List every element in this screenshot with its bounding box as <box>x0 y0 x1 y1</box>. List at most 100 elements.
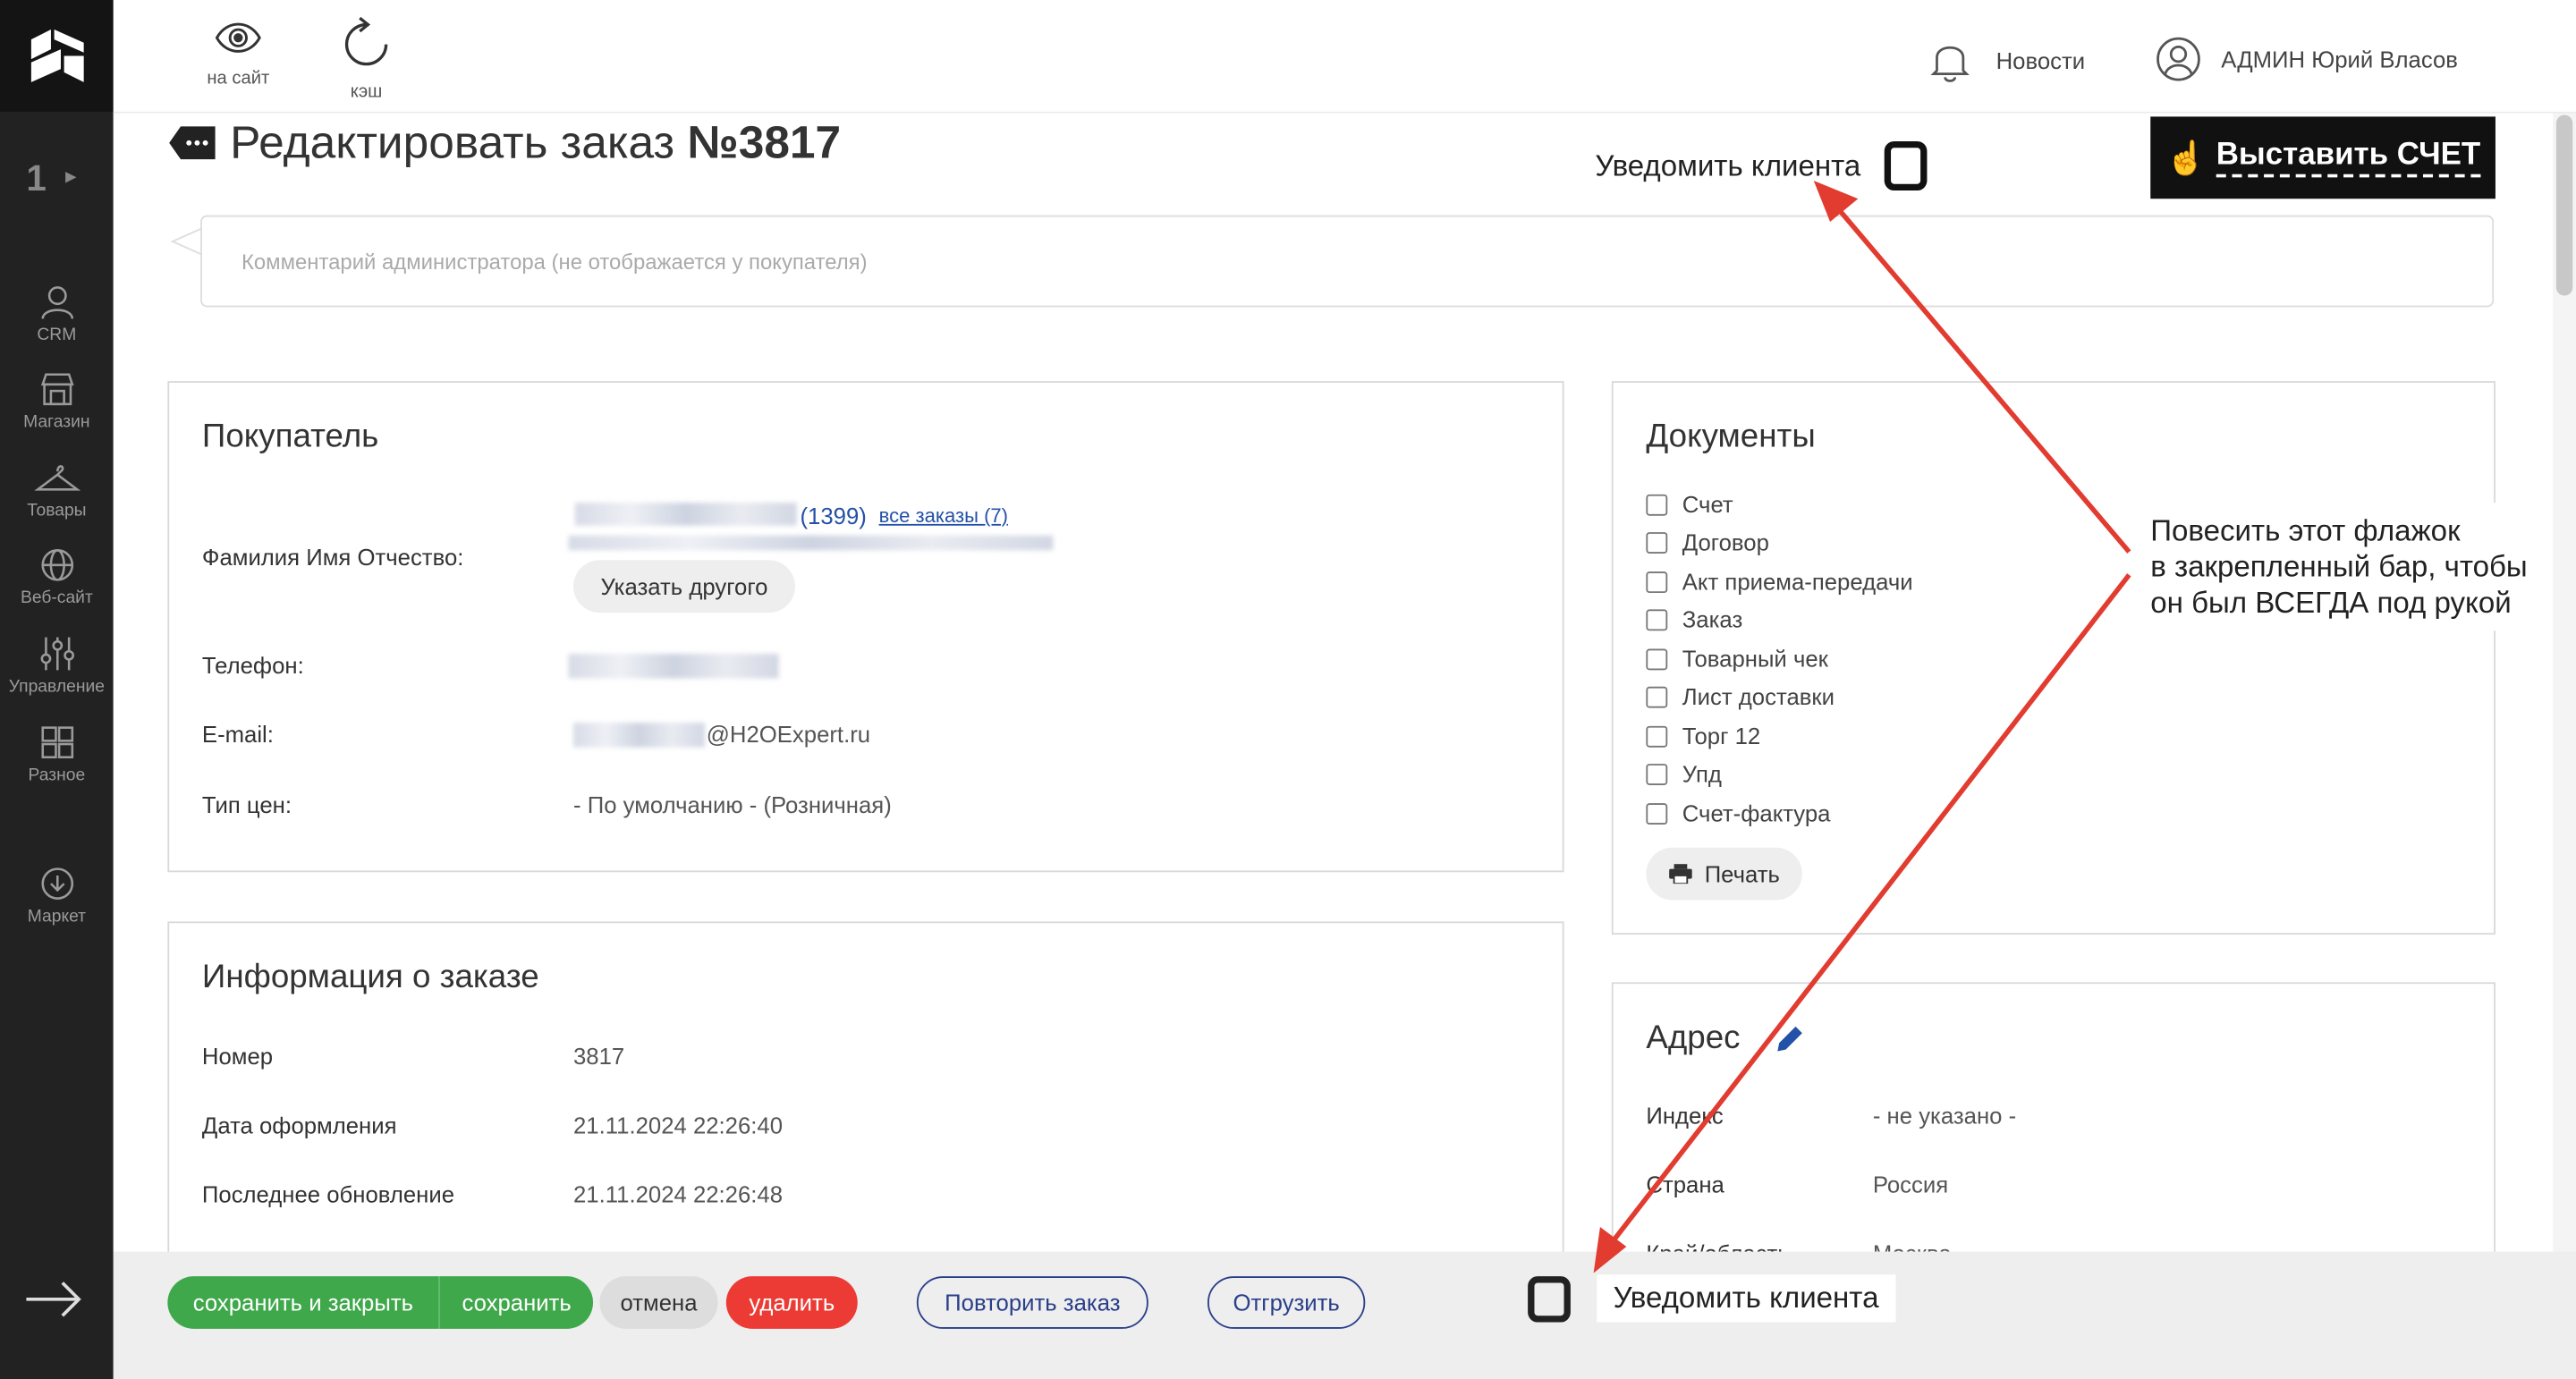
sidebar-page-switch[interactable]: 1 ▸ <box>0 148 114 210</box>
notify-client-bottom-checkbox[interactable] <box>1528 1275 1571 1322</box>
doc-label: Акт приема-передачи <box>1682 568 1913 595</box>
order-info-panel: Информация о заказе Номер 3817 Дата офор… <box>167 921 1564 1252</box>
pencil-icon[interactable] <box>1773 1023 1806 1056</box>
sidebar-item-store[interactable]: Магазин <box>0 369 114 444</box>
page-title-number: №3817 <box>687 116 842 168</box>
cache-label: кэш <box>350 81 383 102</box>
repeat-order-button[interactable]: Повторить заказ <box>916 1276 1148 1329</box>
blurred-email <box>573 723 705 748</box>
user-menu[interactable]: АДМИН Юрий Власов <box>2156 36 2458 81</box>
cancel-button[interactable]: отмена <box>599 1276 718 1329</box>
sidebar: 1 ▸ CRM Магазин Товары Веб-сайт Управлен… <box>0 0 114 1379</box>
news-link[interactable]: Новости <box>1930 39 2085 82</box>
hanger-icon <box>33 465 80 491</box>
chevron-right-icon: ▸ <box>65 164 76 188</box>
printer-icon <box>1668 864 1691 884</box>
doc-upd[interactable]: Упд <box>1646 760 1722 787</box>
sidebar-item-website[interactable]: Веб-сайт <box>0 546 114 621</box>
download-icon <box>40 867 73 900</box>
address-panel: Адрес Индекс - не указано - Страна Росси… <box>1611 982 2496 1252</box>
notify-client-bottom-label: Уведомить клиента <box>1597 1274 1895 1323</box>
doc-checkbox[interactable] <box>1646 531 1668 554</box>
sidebar-item-products[interactable]: Товары <box>0 458 114 533</box>
sidebar-item-label: Управление <box>8 676 105 697</box>
notify-client-top[interactable]: Уведомить клиента <box>1595 140 1927 191</box>
doc-label: Счет-фактура <box>1682 799 1831 826</box>
logo-icon <box>30 30 83 82</box>
sidebar-item-crm[interactable]: CRM <box>0 283 114 358</box>
price-type-value: - По умолчанию - (Розничная) <box>573 791 892 818</box>
doc-invoice[interactable]: Счет <box>1646 491 1733 518</box>
email-domain: @H2OExpert.ru <box>706 721 871 748</box>
save-and-close-button[interactable]: сохранить и закрыть <box>167 1276 439 1329</box>
print-label: Печать <box>1704 860 1780 887</box>
doc-label: Товарный чек <box>1682 645 1828 673</box>
bottom-action-bar: сохранить и закрыть сохранить отмена уда… <box>113 1251 2576 1379</box>
doc-label: Торг 12 <box>1682 723 1761 749</box>
sliders-icon <box>39 637 74 671</box>
tag-icon <box>169 126 216 160</box>
doc-checkbox[interactable] <box>1646 763 1668 785</box>
admin-comment-input[interactable]: Комментарий администратора (не отображае… <box>200 215 2495 308</box>
documents-title: Документы <box>1646 419 1816 455</box>
main-content: Редактировать заказ №3817 Уведомить клие… <box>113 113 2554 1252</box>
doc-delivery-sheet[interactable]: Лист доставки <box>1646 683 1835 709</box>
annotation-line: в закрепленный бар, чтобы <box>2150 550 2528 584</box>
cache-button[interactable]: кэш <box>317 16 415 102</box>
logo[interactable] <box>0 0 114 112</box>
scrollbar-thumb[interactable] <box>2555 114 2573 296</box>
notify-client-top-checkbox[interactable] <box>1883 140 1927 191</box>
doc-checkbox[interactable] <box>1646 493 1668 515</box>
sidebar-item-management[interactable]: Управление <box>0 634 114 709</box>
sidebar-item-label: Товары <box>27 501 87 521</box>
sidebar-item-label: CRM <box>37 325 77 345</box>
user-name: АДМИН Юрий Власов <box>2221 46 2458 72</box>
buyer-panel: Покупатель Фамилия Имя Отчество: (1399) … <box>167 381 1564 873</box>
print-button[interactable]: Печать <box>1646 847 1802 901</box>
doc-order[interactable]: Заказ <box>1646 606 1742 632</box>
order-info-title: Информация о заказе <box>201 959 539 996</box>
sidebar-item-label: Веб-сайт <box>20 588 93 608</box>
save-button[interactable]: сохранить <box>438 1276 594 1329</box>
doc-checkbox[interactable] <box>1646 724 1668 747</box>
region-value: Москва <box>1873 1240 1952 1252</box>
notify-client-bottom[interactable]: Уведомить клиента <box>1528 1274 1895 1323</box>
sidebar-item-misc[interactable]: Разное <box>0 723 114 798</box>
doc-checkbox[interactable] <box>1646 571 1668 593</box>
choose-other-button[interactable]: Указать другого <box>573 560 795 613</box>
order-number-label: Номер <box>201 1043 274 1070</box>
all-orders-link[interactable]: все заказы (7) <box>879 504 1008 528</box>
view-site-label: на сайт <box>207 69 270 89</box>
doc-torg12[interactable]: Торг 12 <box>1646 723 1760 749</box>
news-label: Новости <box>1996 47 2086 74</box>
doc-label: Заказ <box>1682 605 1743 633</box>
notify-client-top-label: Уведомить клиента <box>1595 148 1861 182</box>
issue-invoice-label: Выставить СЧЕТ <box>2216 138 2481 178</box>
doc-checkbox[interactable] <box>1646 608 1668 630</box>
sidebar-collapse-button[interactable] <box>23 1274 86 1332</box>
doc-checkbox[interactable] <box>1646 802 1668 825</box>
order-updated-value: 21.11.2024 22:26:48 <box>573 1180 784 1207</box>
delete-button[interactable]: удалить <box>725 1276 858 1329</box>
doc-vat-invoice[interactable]: Счет-фактура <box>1646 799 1831 826</box>
doc-checkbox[interactable] <box>1646 685 1668 707</box>
view-site-button[interactable]: на сайт <box>189 16 287 89</box>
doc-sales-receipt[interactable]: Товарный чек <box>1646 646 1828 672</box>
doc-label: Договор <box>1682 529 1769 555</box>
doc-contract[interactable]: Договор <box>1646 529 1769 555</box>
blurred-phone <box>568 654 779 679</box>
sidebar-item-label: Разное <box>28 765 86 785</box>
page-title: Редактировать заказ №3817 <box>167 116 841 169</box>
address-title: Адрес <box>1646 1019 1741 1056</box>
region-label: Край/область <box>1646 1240 1789 1252</box>
blurred-details <box>568 535 1054 551</box>
buyer-title: Покупатель <box>201 419 379 455</box>
phone-label: Телефон: <box>201 652 304 679</box>
ship-button[interactable]: Отгрузить <box>1207 1276 1366 1329</box>
issue-invoice-button[interactable]: ☝ Выставить СЧЕТ <box>2150 116 2496 199</box>
doc-acceptance-act[interactable]: Акт приема-передачи <box>1646 568 1913 595</box>
arrow-right-icon <box>26 1282 81 1317</box>
order-number-value: 3817 <box>573 1043 625 1070</box>
doc-checkbox[interactable] <box>1646 647 1668 670</box>
sidebar-item-market[interactable]: Маркет <box>0 864 114 939</box>
